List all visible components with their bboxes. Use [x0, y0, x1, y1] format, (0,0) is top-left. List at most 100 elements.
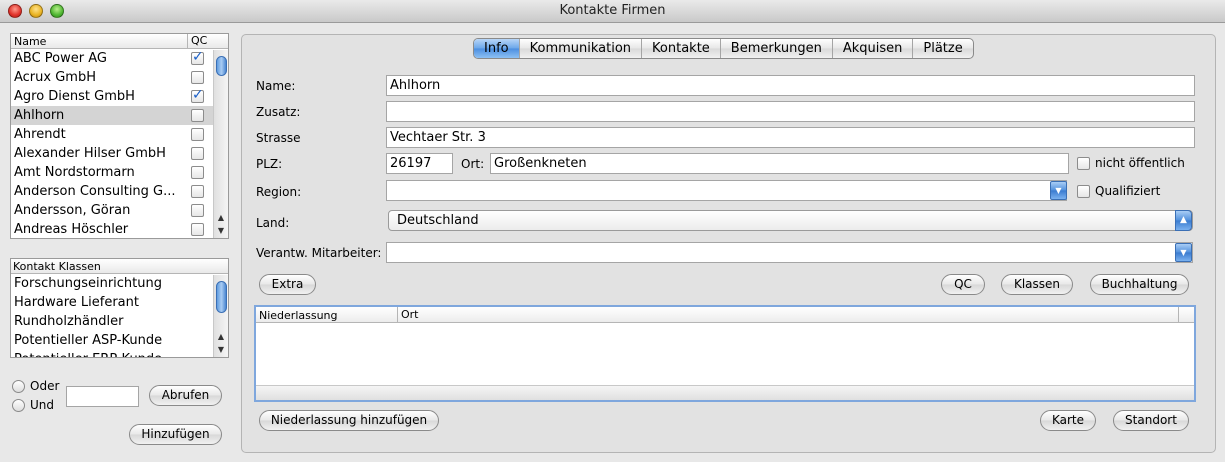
company-name: Alexander Hilser GmbH: [14, 146, 166, 161]
company-name: ABC Power AG: [14, 51, 107, 66]
qc-button[interactable]: QC: [941, 274, 985, 295]
qualifiziert-label: Qualifiziert: [1095, 184, 1161, 198]
branches-table[interactable]: Niederlassung Ort: [254, 305, 1196, 402]
land-dropdown-icon[interactable]: ▲: [1175, 210, 1192, 231]
company-name: Ahlhorn: [14, 108, 65, 123]
nicht-oeffentlich-label: nicht öffentlich: [1095, 156, 1185, 170]
company-rows: ABC Power AG Acrux GmbH Agro Dienst GmbH Ah…: [11, 49, 228, 238]
niederlassung-hinzufuegen-button[interactable]: Niederlassung hinzufügen: [259, 410, 439, 431]
company-name: Andersson, Göran: [14, 203, 131, 218]
scroll-up-arrow-icon[interactable]: ▲: [214, 212, 228, 224]
qc-checkbox[interactable]: [191, 185, 204, 198]
company-name: Agro Dienst GmbH: [14, 89, 135, 104]
region-dropdown-icon[interactable]: ▼: [1050, 181, 1067, 200]
und-label: Und: [30, 398, 55, 412]
branches-horizontal-scrollbar[interactable]: [256, 385, 1194, 400]
scroll-thumb[interactable]: [216, 56, 227, 76]
qc-checkbox[interactable]: [191, 87, 204, 105]
tab-pltze[interactable]: Plätze: [913, 39, 972, 58]
contact-classes-list[interactable]: Kontakt Klassen Forschungseinrichtung Har…: [10, 258, 229, 358]
class-row[interactable]: Potentieller ERP-Kunde: [11, 350, 228, 357]
zusatz-field[interactable]: [386, 101, 1195, 122]
qc-checkbox[interactable]: [191, 166, 204, 179]
land-label: Land:: [256, 216, 290, 230]
company-list-scrollbar[interactable]: ▲ ▼: [213, 50, 228, 238]
contact-classes-header: Kontakt Klassen: [11, 259, 228, 274]
plz-label: PLZ:: [256, 157, 283, 171]
qualifiziert-checkbox[interactable]: [1077, 185, 1090, 198]
karte-button[interactable]: Karte: [1040, 410, 1096, 431]
zusatz-label: Zusatz:: [256, 105, 301, 119]
qc-checkbox[interactable]: [191, 147, 204, 160]
company-name: Andreas Höschler: [14, 222, 129, 237]
region-label: Region:: [256, 185, 302, 199]
qc-checkbox[interactable]: [191, 204, 204, 217]
oder-label: Oder: [30, 379, 60, 393]
name-field[interactable]: Ahlhorn: [386, 75, 1195, 96]
tab-bar: Info Kommunikation Kontakte Bemerkungen Akqu…: [473, 38, 974, 59]
und-radio[interactable]: [12, 399, 25, 412]
company-list-header: Name QC: [11, 34, 228, 49]
mitarbeiter-dropdown-icon[interactable]: ▼: [1175, 243, 1192, 262]
scroll-down-arrow-icon[interactable]: ▼: [214, 344, 228, 356]
qc-checkbox[interactable]: [191, 223, 204, 236]
column-header-name[interactable]: Name: [14, 35, 46, 48]
plz-field[interactable]: 26197: [386, 153, 453, 174]
strasse-label: Strasse: [256, 131, 301, 145]
column-header-ort[interactable]: Ort: [397, 307, 419, 323]
company-row[interactable]: Acrux GmbH: [11, 68, 228, 87]
title-bar: Kontakte Firmen: [0, 0, 1225, 23]
mitarbeiter-label: Verantw. Mitarbeiter:: [256, 246, 382, 260]
scroll-thumb[interactable]: [216, 281, 227, 313]
company-row[interactable]: Ahrendt: [11, 125, 228, 144]
column-header-qc[interactable]: QC: [187, 34, 207, 49]
tab-akquisen[interactable]: Akquisen: [833, 39, 914, 58]
classes-scrollbar[interactable]: ▲ ▼: [213, 275, 228, 357]
company-list[interactable]: Name QC ABC Power AG Acrux GmbH Agro Diens…: [10, 33, 229, 239]
land-popup[interactable]: Deutschland ▲: [388, 210, 1193, 231]
company-name: Anderson Consulting G...: [14, 184, 176, 199]
company-name: Amt Nordstormarn: [14, 165, 135, 180]
class-row[interactable]: Rundholzhändler: [11, 312, 228, 331]
qc-checkbox[interactable]: [191, 49, 204, 67]
company-row[interactable]: Anderson Consulting G...: [11, 182, 228, 201]
contact-classes-title: Kontakt Klassen: [13, 260, 101, 273]
qc-checkbox[interactable]: [191, 128, 204, 141]
column-header-niederlassung[interactable]: Niederlassung: [259, 309, 338, 322]
extra-button[interactable]: Extra: [259, 274, 316, 295]
qc-checkbox[interactable]: [191, 71, 204, 84]
company-row[interactable]: Andersson, Göran: [11, 201, 228, 220]
scroll-up-arrow-icon[interactable]: ▲: [214, 331, 228, 343]
standort-button[interactable]: Standort: [1113, 410, 1189, 431]
abrufen-button[interactable]: Abrufen: [149, 385, 222, 406]
mitarbeiter-combo[interactable]: [386, 242, 1193, 263]
window-title: Kontakte Firmen: [559, 3, 666, 18]
tab-kommunikation[interactable]: Kommunikation: [520, 39, 643, 58]
qc-checkbox[interactable]: [191, 109, 204, 122]
klassen-button[interactable]: Klassen: [1001, 274, 1073, 295]
scroll-down-arrow-icon[interactable]: ▼: [214, 225, 228, 237]
hinzufuegen-button[interactable]: Hinzufügen: [129, 424, 222, 445]
class-row[interactable]: Hardware Lieferant: [11, 293, 228, 312]
tab-kontakte[interactable]: Kontakte: [642, 39, 721, 58]
company-row[interactable]: Andreas Höschler: [11, 220, 228, 238]
tab-bemerkungen[interactable]: Bemerkungen: [721, 39, 833, 58]
land-value: Deutschland: [397, 213, 479, 228]
company-row[interactable]: Agro Dienst GmbH: [11, 87, 228, 106]
class-row[interactable]: Forschungseinrichtung: [11, 274, 228, 293]
region-combo[interactable]: [386, 180, 1067, 201]
class-row[interactable]: Potentieller ASP-Kunde: [11, 331, 228, 350]
company-name: Acrux GmbH: [14, 70, 96, 85]
ort-field[interactable]: Großenkneten: [490, 153, 1069, 174]
strasse-field[interactable]: Vechtaer Str. 3: [386, 127, 1195, 148]
buchhaltung-button[interactable]: Buchhaltung: [1090, 274, 1189, 295]
oder-radio[interactable]: [12, 380, 25, 393]
company-row[interactable]: ABC Power AG: [11, 49, 228, 68]
company-row[interactable]: Ahlhorn: [11, 106, 228, 125]
nicht-oeffentlich-checkbox[interactable]: [1077, 157, 1090, 170]
company-row[interactable]: Alexander Hilser GmbH: [11, 144, 228, 163]
name-label: Name:: [256, 79, 296, 93]
company-row[interactable]: Amt Nordstormarn: [11, 163, 228, 182]
tab-info[interactable]: Info: [474, 39, 520, 58]
filter-input[interactable]: [66, 386, 139, 407]
